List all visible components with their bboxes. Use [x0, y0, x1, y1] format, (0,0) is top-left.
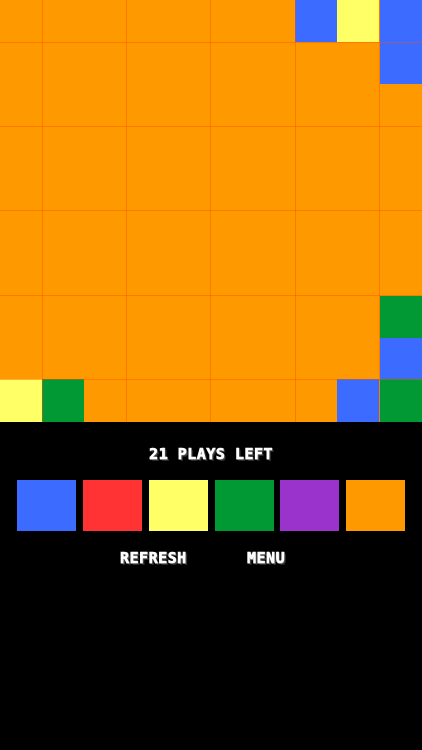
board-cell-blue: [380, 338, 422, 380]
board-cell: [0, 210, 42, 294]
board-cell: [210, 294, 294, 378]
board-cell: [126, 42, 210, 126]
board-cell: [294, 210, 378, 294]
board-cell-blue: [295, 0, 337, 42]
board-cell: [126, 210, 210, 294]
board-cell: [378, 210, 422, 294]
board-cell: [210, 378, 294, 422]
board-cell: [378, 126, 422, 210]
board-cell: [210, 126, 294, 210]
board-cell: [126, 378, 210, 422]
color-swatch-purple[interactable]: [280, 480, 339, 531]
board-cell: [42, 294, 126, 378]
board-cell-blue: [380, 0, 422, 42]
board-cell-yellow: [337, 0, 379, 42]
board-cell: [210, 210, 294, 294]
board-cell: [42, 126, 126, 210]
color-swatch-orange[interactable]: [346, 480, 405, 531]
board-cell: [0, 294, 42, 378]
refresh-button[interactable]: REFRESH: [120, 547, 187, 569]
board-cell: [126, 126, 210, 210]
plays-left-counter: 21 PLAYS LEFT: [149, 445, 273, 464]
game-screen: 21 PLAYS LEFT REFRESH MENU: [0, 0, 422, 750]
color-swatch-red[interactable]: [83, 480, 142, 531]
board-cell-green: [380, 296, 422, 338]
board-cell: [42, 0, 126, 42]
board-cell: [126, 294, 210, 378]
board-cell-green: [380, 379, 422, 422]
color-palette: [17, 480, 405, 531]
board-cell: [294, 294, 378, 378]
board-cell-green: [42, 379, 84, 422]
menu-button[interactable]: MENU: [247, 547, 285, 569]
board-cell-blue: [380, 42, 422, 84]
game-board[interactable]: [0, 0, 422, 422]
board-cell: [0, 42, 42, 126]
board-cell: [0, 126, 42, 210]
board-cell: [210, 42, 294, 126]
board-cell: [42, 42, 126, 126]
board-cell: [294, 126, 378, 210]
board-cell: [42, 210, 126, 294]
board-cell: [294, 42, 378, 126]
color-swatch-blue[interactable]: [17, 480, 76, 531]
board-cell-yellow: [0, 379, 42, 422]
color-swatch-green[interactable]: [215, 480, 274, 531]
board-cell: [126, 0, 210, 42]
color-swatch-yellow[interactable]: [149, 480, 208, 531]
board-cell: [0, 0, 42, 42]
board-cell-blue: [337, 379, 379, 422]
board-cell: [210, 0, 294, 42]
